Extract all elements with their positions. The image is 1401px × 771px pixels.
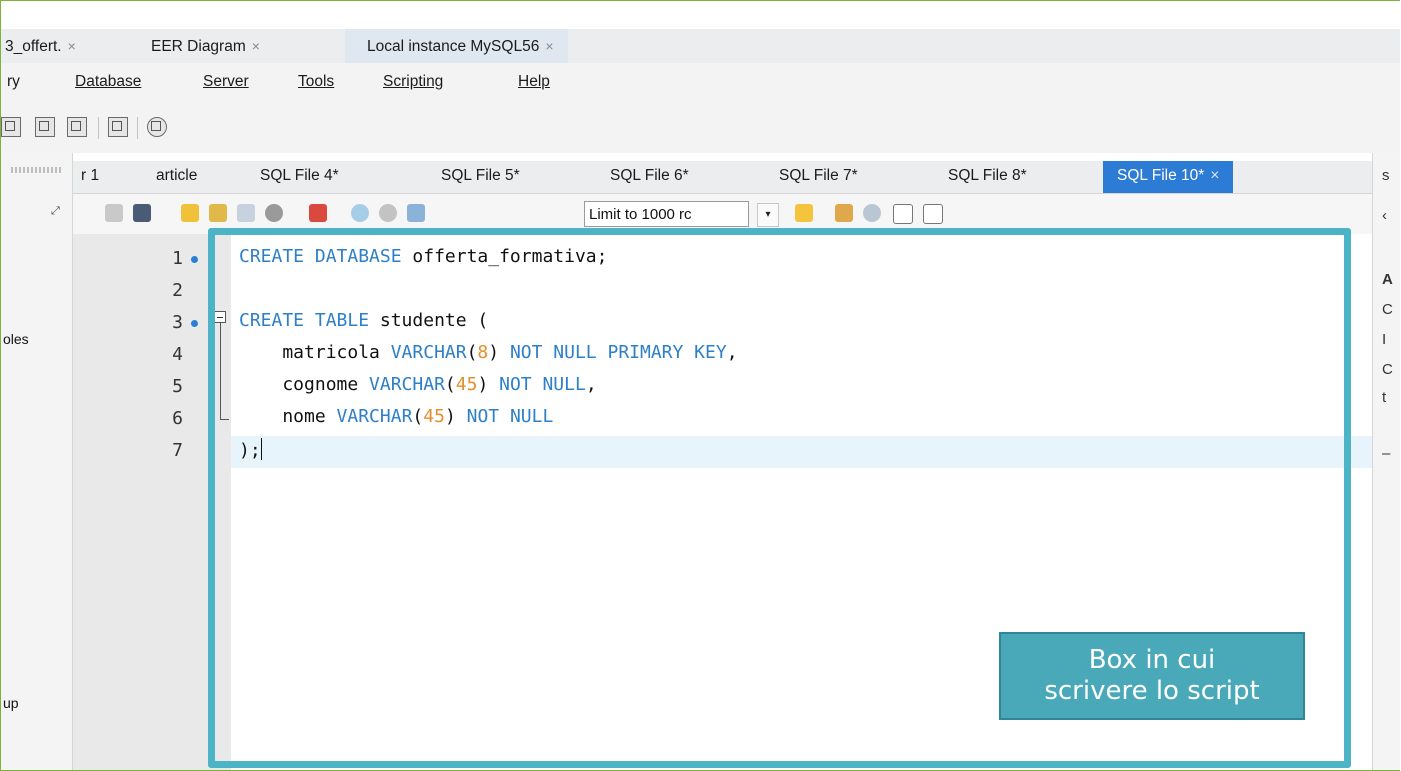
tab-sql-file-8[interactable]: SQL File 8* — [948, 161, 1027, 193]
panel-letter: A — [1382, 271, 1393, 288]
statement-marker-icon — [191, 256, 198, 263]
tab-eer-diagram[interactable]: EER Diagram × — [151, 29, 260, 63]
expand-icon[interactable]: ⤢ — [51, 205, 60, 218]
line-number: 1 — [172, 248, 183, 269]
tab-label: 3_offert. — [5, 38, 62, 55]
line-number: 2 — [172, 280, 183, 301]
reconnect-icon[interactable] — [147, 117, 167, 137]
panel-grip[interactable] — [11, 167, 63, 173]
tab-label: Local instance MySQL56 — [367, 38, 540, 55]
line-number: 3 — [172, 312, 183, 333]
panel-letter: C — [1382, 301, 1393, 318]
autocommit-icon[interactable] — [407, 204, 425, 222]
callout-label: Box in cui scrivere lo script — [999, 632, 1305, 720]
line-number: 6 — [172, 408, 183, 429]
line-number: 5 — [172, 376, 183, 397]
menu-help[interactable]: Help — [518, 73, 550, 91]
find-icon[interactable] — [863, 204, 881, 222]
statement-marker-icon — [191, 320, 198, 327]
beautify-icon[interactable] — [835, 204, 853, 222]
sql-tab-bar: r 1 article SQL File 4* SQL File 5* SQL … — [73, 161, 1372, 194]
stop-icon[interactable] — [265, 204, 283, 222]
panel-letter: – — [1382, 445, 1391, 462]
tab-sql-file-6[interactable]: SQL File 6* — [610, 161, 689, 193]
tab-sql-file-4[interactable]: SQL File 4* — [260, 161, 339, 193]
rollback-icon[interactable] — [379, 204, 397, 222]
close-icon[interactable]: × — [1210, 167, 1219, 184]
navigator-panel: oles up ⤢ — [1, 153, 73, 770]
panel-letter: I — [1382, 331, 1387, 348]
invisible-chars-icon[interactable] — [893, 204, 913, 224]
tab-sql-file-7[interactable]: SQL File 7* — [779, 161, 858, 193]
tab-offerta[interactable]: 3_offert. × — [5, 29, 76, 63]
chevron-down-icon[interactable]: ▾ — [757, 203, 779, 227]
open-file-icon[interactable] — [105, 204, 123, 222]
toolbar-separator — [98, 117, 99, 139]
panel-letter: s — [1382, 167, 1390, 184]
document-tab-bar: 3_offert. × EER Diagram × Local instance M… — [1, 29, 1400, 63]
close-icon[interactable]: × — [68, 38, 76, 54]
menu-scripting[interactable]: Scripting — [383, 73, 443, 91]
toggle-error-icon[interactable] — [309, 204, 327, 222]
commit-icon[interactable] — [351, 204, 369, 222]
tab-label: EER Diagram — [151, 38, 246, 55]
word-wrap-icon[interactable] — [923, 204, 943, 224]
menu-query[interactable]: ry — [7, 73, 20, 91]
execute-icon[interactable] — [181, 204, 199, 222]
line-number: 7 — [172, 440, 183, 461]
menu-bar: ry Database Server Tools Scripting Help — [1, 63, 1400, 105]
panel-letter: ‹ — [1382, 207, 1387, 224]
close-icon[interactable]: × — [545, 38, 553, 54]
line-number: 4 — [172, 344, 183, 365]
save-icon[interactable] — [133, 204, 151, 222]
panel-letter: t — [1382, 389, 1387, 406]
tab-article[interactable]: article — [156, 161, 197, 193]
menu-server[interactable]: Server — [203, 73, 249, 91]
explain-icon[interactable] — [237, 204, 255, 222]
bookmark-icon[interactable] — [795, 204, 813, 222]
tab-local-instance[interactable]: Local instance MySQL56 × — [345, 29, 568, 63]
toolbar-separator — [137, 117, 138, 139]
new-query-icon[interactable] — [1, 117, 21, 137]
menu-database[interactable]: Database — [75, 73, 141, 91]
tab-query-1[interactable]: r 1 — [81, 161, 99, 193]
navigator-label-startup[interactable]: up — [3, 695, 19, 711]
tab-sql-file-10[interactable]: SQL File 10* × — [1103, 161, 1234, 193]
callout-line: Box in cui — [1088, 645, 1216, 675]
menu-tools[interactable]: Tools — [298, 73, 334, 91]
inspect-icon[interactable] — [108, 117, 128, 137]
limit-rows-select[interactable]: Limit to 1000 rc — [584, 201, 749, 227]
execute-current-icon[interactable] — [209, 204, 227, 222]
tab-label: SQL File 10* — [1117, 167, 1205, 184]
navigator-label-tables[interactable]: oles — [3, 331, 29, 347]
callout-line: scrivere lo script — [1044, 676, 1260, 706]
tab-sql-file-5[interactable]: SQL File 5* — [441, 161, 520, 193]
main-toolbar — [1, 105, 1400, 153]
sql-additions-panel: s ‹ A C I C t – — [1372, 153, 1400, 770]
create-table-icon[interactable] — [67, 117, 87, 137]
panel-letter: C — [1382, 361, 1393, 378]
create-schema-icon[interactable] — [35, 117, 55, 137]
workbench-window: 3_offert. × EER Diagram × Local instance M… — [0, 0, 1400, 771]
close-icon[interactable]: × — [252, 38, 260, 54]
